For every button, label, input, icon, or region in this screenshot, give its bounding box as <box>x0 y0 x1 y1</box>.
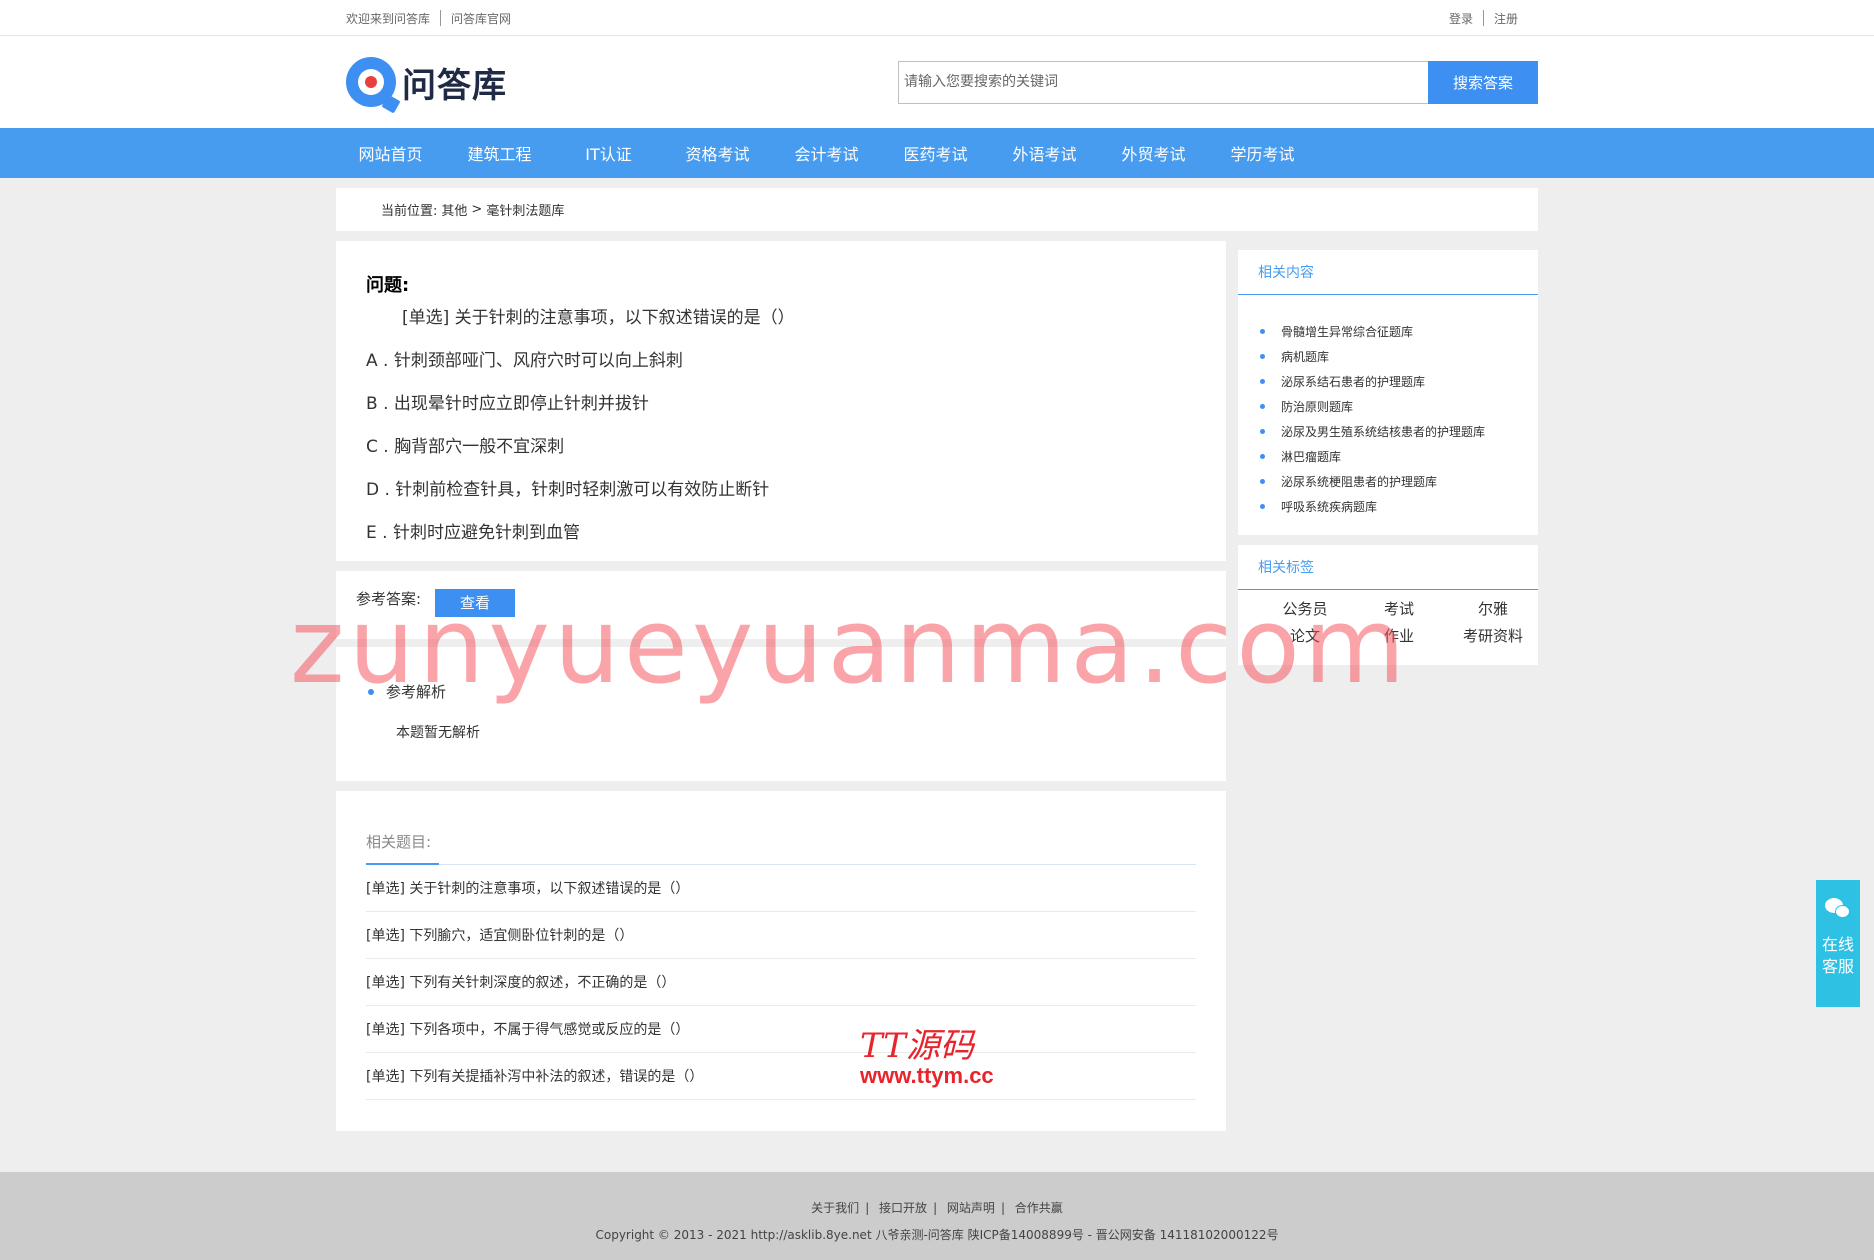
official-site-link[interactable]: 问答库官网 <box>441 10 521 27</box>
footer-link-about[interactable]: 关于我们 <box>805 1201 865 1215</box>
related-content-item[interactable]: 淋巴瘤题库 <box>1260 444 1538 469</box>
related-content-title: 相关内容 <box>1238 250 1538 295</box>
related-content-item[interactable]: 防治原则题库 <box>1260 394 1538 419</box>
related-question-item[interactable]: [单选] 下列有关提插补泻中补法的叙述，错误的是（） <box>366 1053 1196 1100</box>
welcome-text: 欢迎来到问答库 <box>346 11 431 26</box>
nav-item-language[interactable]: 外语考试 <box>990 141 1099 165</box>
search-bar: 搜索答案 <box>898 60 1538 104</box>
view-answer-button[interactable]: 查看 <box>435 588 516 617</box>
tag-link[interactable]: 公务员 <box>1258 598 1352 619</box>
related-tags-panel: 相关标签 公务员 考试 尔雅 论文 作业 考研资料 <box>1238 545 1538 665</box>
related-question-item[interactable]: [单选] 下列腧穴，适宜侧卧位针刺的是（） <box>366 912 1196 959</box>
related-content-label[interactable]: 防治原则题库 <box>1281 398 1353 415</box>
nav-item-trade[interactable]: 外贸考试 <box>1099 141 1208 165</box>
online-service-button[interactable]: 在线 客服 <box>1816 880 1860 1007</box>
bullet-icon <box>1260 454 1265 459</box>
bullet-icon <box>1260 404 1265 409</box>
option-a: A . 针刺颈部哑门、风府穴时可以向上斜刺 <box>366 351 683 371</box>
related-content-item[interactable]: 泌尿系结石患者的护理题库 <box>1260 369 1538 394</box>
breadcrumb: 当前位置: 其他 > 毫针刺法题库 <box>336 188 1538 231</box>
related-content-label[interactable]: 骨髓增生异常综合征题库 <box>1281 323 1413 340</box>
bullet-icon <box>1260 504 1265 509</box>
header: 问答库 搜索答案 <box>0 36 1874 128</box>
analysis-body: 本题暂无解析 <box>396 725 480 741</box>
tag-link[interactable]: 考试 <box>1352 598 1446 619</box>
related-content-label[interactable]: 泌尿及男生殖系统结核患者的护理题库 <box>1281 423 1485 440</box>
breadcrumb-parent[interactable]: 其他 <box>441 200 467 219</box>
bullet-icon <box>1260 354 1265 359</box>
question-card: 问题: [单选] 关于针刺的注意事项，以下叙述错误的是（） A . 针刺颈部哑门… <box>336 241 1226 561</box>
register-link[interactable]: 注册 <box>1484 10 1528 27</box>
nav-item-degree[interactable]: 学历考试 <box>1208 141 1317 165</box>
search-input[interactable] <box>898 60 1428 104</box>
top-bar: 欢迎来到问答库 问答库官网 登录 注册 <box>0 0 1874 36</box>
related-content-item[interactable]: 呼吸系统疾病题库 <box>1260 494 1538 519</box>
related-content-item[interactable]: 骨髓增生异常综合征题库 <box>1260 319 1538 344</box>
related-content-panel: 相关内容 骨髓增生异常综合征题库 病机题库 泌尿系结石患者的护理题库 防治原则题… <box>1238 250 1538 535</box>
wechat-icon <box>1825 898 1851 920</box>
nav-item-accounting[interactable]: 会计考试 <box>772 141 881 165</box>
site-logo[interactable]: 问答库 <box>346 57 507 107</box>
option-e: E . 针刺时应避免针刺到血管 <box>366 523 580 543</box>
option-d: D . 针刺前检查针具，针刺时轻刺激可以有效防止断针 <box>366 480 770 500</box>
breadcrumb-label: 当前位置: <box>381 204 438 219</box>
nav-item-qualification[interactable]: 资格考试 <box>663 141 772 165</box>
bullet-icon <box>1260 329 1265 334</box>
analysis-title: 参考解析 <box>336 681 1226 702</box>
bullet-icon <box>1260 379 1265 384</box>
related-content-label[interactable]: 呼吸系统疾病题库 <box>1281 498 1377 515</box>
nav-item-it-cert[interactable]: IT认证 <box>554 141 663 165</box>
related-content-item[interactable]: 泌尿及男生殖系统结核患者的护理题库 <box>1260 419 1538 444</box>
service-label-line1: 在线 <box>1821 935 1854 954</box>
logo-text: 问答库 <box>402 65 507 106</box>
related-tags-title: 相关标签 <box>1238 545 1538 590</box>
divider <box>336 639 1226 647</box>
bullet-icon <box>1260 429 1265 434</box>
related-question-item[interactable]: [单选] 下列各项中，不属于得气感觉或反应的是（） <box>366 1006 1196 1053</box>
option-c: C . 胸背部穴一般不宜深刺 <box>366 437 565 457</box>
related-content-label[interactable]: 泌尿系结石患者的护理题库 <box>1281 373 1425 390</box>
footer: 关于我们 | 接口开放 | 网站声明 | 合作共赢 Copyright © 2013 … <box>0 1172 1874 1260</box>
analysis-title-text: 参考解析 <box>386 683 447 701</box>
question-text: [单选] 关于针刺的注意事项，以下叙述错误的是（） <box>402 308 795 328</box>
answer-card: 参考答案: 查看 参考解析 本题暂无解析 <box>336 571 1226 781</box>
search-button[interactable]: 搜索答案 <box>1428 60 1538 104</box>
breadcrumb-current[interactable]: 毫针刺法题库 <box>486 200 564 219</box>
nav-item-home[interactable]: 网站首页 <box>336 141 445 165</box>
related-questions-card: 相关题目: [单选] 关于针刺的注意事项，以下叙述错误的是（） [单选] 下列腧… <box>336 791 1226 1131</box>
bullet-icon <box>1260 479 1265 484</box>
answer-label: 参考答案: <box>356 590 422 608</box>
related-question-item[interactable]: [单选] 关于针刺的注意事项，以下叙述错误的是（） <box>366 865 1196 912</box>
nav-item-medical[interactable]: 医药考试 <box>881 141 990 165</box>
footer-link-statement[interactable]: 网站声明 <box>941 1201 1001 1215</box>
related-content-item[interactable]: 泌尿系统梗阻患者的护理题库 <box>1260 469 1538 494</box>
related-content-item[interactable]: 病机题库 <box>1260 344 1538 369</box>
tag-link[interactable]: 作业 <box>1352 625 1446 646</box>
related-content-label[interactable]: 淋巴瘤题库 <box>1281 448 1341 465</box>
tag-link[interactable]: 尔雅 <box>1446 598 1540 619</box>
bullet-icon <box>368 688 374 695</box>
related-content-label[interactable]: 病机题库 <box>1281 348 1329 365</box>
tag-link[interactable]: 论文 <box>1258 625 1352 646</box>
tag-link[interactable]: 考研资料 <box>1446 625 1540 646</box>
related-questions-header: 相关题目: <box>366 831 1196 865</box>
related-content-label[interactable]: 泌尿系统梗阻患者的护理题库 <box>1281 473 1437 490</box>
login-link[interactable]: 登录 <box>1449 10 1483 27</box>
logo-q-icon <box>346 57 396 107</box>
footer-link-cooperation[interactable]: 合作共赢 <box>1009 1201 1069 1215</box>
breadcrumb-sep: > <box>471 202 483 217</box>
related-questions-title: 相关题目: <box>366 831 440 865</box>
related-question-item[interactable]: [单选] 下列有关针刺深度的叙述，不正确的是（） <box>366 959 1196 1006</box>
main-nav: 网站首页 建筑工程 IT认证 资格考试 会计考试 医药考试 外语考试 外贸考试 … <box>0 128 1874 178</box>
question-title: 问题: <box>366 275 410 296</box>
option-b: B . 出现晕针时应立即停止针刺并拔针 <box>366 394 649 414</box>
footer-link-api[interactable]: 接口开放 <box>873 1201 933 1215</box>
nav-item-construction[interactable]: 建筑工程 <box>445 141 554 165</box>
footer-copyright: Copyright © 2013 - 2021 http://asklib.8y… <box>595 1228 1279 1242</box>
service-label-line2: 客服 <box>1821 957 1854 976</box>
